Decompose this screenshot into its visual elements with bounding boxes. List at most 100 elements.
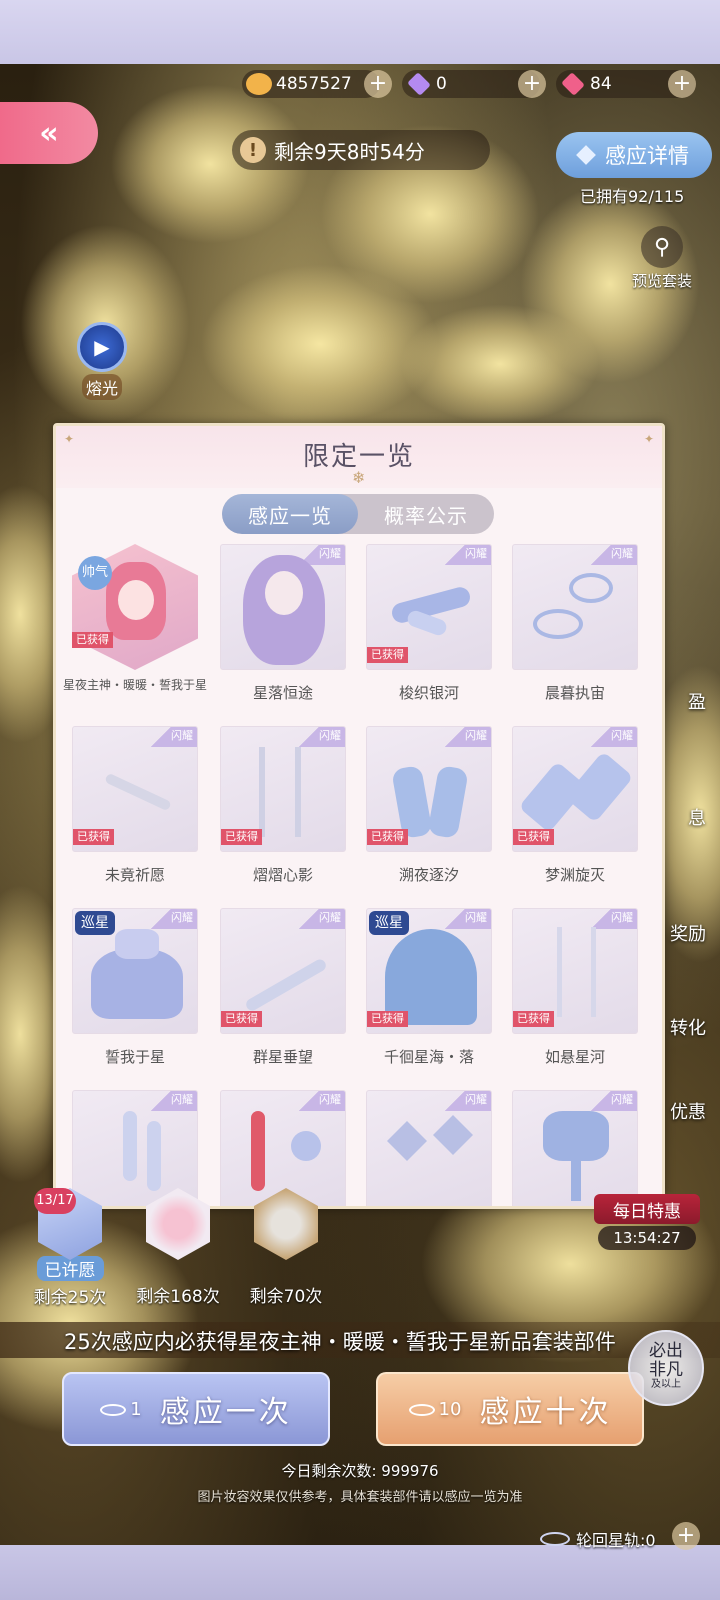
item-card[interactable]: 闪耀 已获得 如悬星河 — [512, 908, 638, 1068]
rarity-badge: 巡星 — [369, 911, 409, 935]
item-thumbnail: 闪耀 已获得 — [220, 908, 346, 1034]
double-chevron-left-icon: « — [39, 115, 59, 151]
corner-tag: 闪耀 — [299, 1091, 345, 1111]
corner-tag: 闪耀 — [445, 909, 491, 929]
play-label: 熔光 — [81, 374, 122, 400]
corner-tag: 闪耀 — [591, 909, 637, 929]
timer-text: 剩余9天8时54分 — [274, 139, 425, 164]
item-card[interactable]: 闪耀 已获得 未竟祈愿 — [72, 726, 198, 886]
progress-badge: 13/17 — [34, 1188, 76, 1214]
item-thumbnail: 闪耀 已获得 — [366, 544, 492, 670]
disclaimer: 图片妆容效果仅供参考，具体套装部件请以感应一览为准 — [197, 1490, 523, 1505]
corner-tag: 闪耀 — [591, 545, 637, 565]
item-card[interactable]: 闪耀 已获得 熠熠心影 — [220, 726, 346, 886]
draw-ten-label: 感应十次 — [479, 1395, 612, 1430]
item-card[interactable]: 闪耀 已获得 群星垂望 — [220, 908, 346, 1068]
obtained-tag: 已获得 — [73, 829, 114, 845]
item-card[interactable]: 闪耀 — [366, 1090, 492, 1206]
add-star-track-button[interactable]: + — [672, 1522, 700, 1550]
owned-count: 已拥有92/115 — [580, 187, 685, 206]
draw-once-cost: 1 — [100, 1399, 142, 1420]
item-name: 晨暮执宙 — [544, 684, 605, 702]
guarantee-text: 25次感应内必获得星夜主神・暖暖・誓我于星新品套装部件 — [64, 1330, 616, 1354]
item-card[interactable]: 闪耀 已获得 梭织银河 — [366, 544, 492, 704]
draw-once-label: 感应一次 — [159, 1395, 292, 1430]
item-thumbnail: 闪耀 — [512, 544, 638, 670]
star-ring-icon — [100, 1403, 127, 1416]
item-thumbnail: 闪耀 已获得 — [512, 908, 638, 1034]
obtained-tag: 已获得 — [367, 647, 408, 663]
item-name: 如悬星河 — [544, 1048, 605, 1066]
draw-ten-cost: 10 — [408, 1399, 461, 1420]
panel-tabs: 感应一览 概率公示 — [222, 494, 494, 534]
pool-character[interactable]: 剩余70次 — [236, 1188, 336, 1307]
gold-counter: 4857527 — [242, 70, 380, 98]
daily-deal[interactable]: 每日特惠 13:54:27 — [594, 1190, 700, 1258]
item-name: 梭织银河 — [398, 684, 459, 702]
stamp-line-3: 及以上 — [651, 1379, 681, 1391]
tab-overview[interactable]: 感应一览 — [222, 494, 358, 534]
item-card[interactable]: 闪耀 巡星 誓我于星 — [72, 908, 198, 1068]
item-card[interactable]: 闪耀 已获得 溯夜逐汐 — [366, 726, 492, 886]
star-track-text: 轮回星轨:0 — [576, 1531, 656, 1550]
stamp-line-1: 必出 — [649, 1341, 683, 1361]
detail-button[interactable]: 感应详情 — [556, 132, 712, 178]
star-track: 轮回星轨:0 — [540, 1524, 656, 1554]
item-thumbnail: 闪耀 已获得 — [220, 726, 346, 852]
play-video-button[interactable]: ▶ 熔光 — [70, 322, 134, 400]
corner-tag: 闪耀 — [299, 909, 345, 929]
pool-dress[interactable]: 13/17 已许愿 剩余25次 — [20, 1188, 120, 1308]
pool-remaining: 剩余168次 — [136, 1287, 220, 1307]
cat-coin-icon — [246, 73, 272, 95]
item-thumbnail: 闪耀 — [220, 544, 346, 670]
item-thumbnail: 闪耀 已获得 — [512, 726, 638, 852]
snowflake-icon: ❄ — [352, 468, 366, 487]
draw-once-button[interactable]: 1 感应一次 — [62, 1372, 330, 1446]
item-thumbnail: 闪耀 已获得 — [366, 726, 492, 852]
item-name: 梦渊旋灭 — [544, 866, 605, 884]
magnifier-icon: ⚲ — [641, 226, 683, 268]
corner-tag: 闪耀 — [591, 1091, 637, 1111]
corner-tag: 闪耀 — [299, 727, 345, 747]
obtained-tag: 已获得 — [221, 1011, 262, 1027]
obtained-tag: 已获得 — [367, 829, 408, 845]
gold-value: 4857527 — [276, 74, 352, 94]
gem-value: 84 — [590, 74, 612, 94]
rarity-badge: 巡星 — [75, 911, 115, 935]
obtained-tag: 已获得 — [221, 829, 262, 845]
diamond-icon — [407, 72, 431, 96]
star-ring-icon — [408, 1403, 435, 1416]
obtained-tag: 已获得 — [513, 829, 554, 845]
rarity-badge: 帅气 — [78, 556, 112, 590]
item-name: 未竟祈愿 — [104, 866, 165, 884]
draw-ten-button[interactable]: 10 感应十次 — [376, 1372, 644, 1446]
corner-tag: 闪耀 — [151, 1091, 197, 1111]
pool-portrait[interactable]: 剩余168次 — [128, 1188, 228, 1307]
item-name: 星夜主神・暖暖・誓我于星 — [62, 678, 207, 692]
item-name: 千徊星海・落 — [383, 1048, 474, 1066]
add-gem-button[interactable]: + — [668, 70, 696, 98]
item-card[interactable]: 闪耀 巡星 已获得 千徊星海・落 — [366, 908, 492, 1068]
corner-tag: 闪耀 — [591, 727, 637, 747]
item-name: 星落恒途 — [252, 684, 313, 702]
preview-label: 预览套装 — [631, 272, 692, 290]
corner-tag: 闪耀 — [445, 545, 491, 565]
item-card[interactable]: 闪耀 已获得 梦渊旋灭 — [512, 726, 638, 886]
tab-probability[interactable]: 概率公示 — [358, 494, 494, 534]
add-gold-button[interactable]: + — [364, 70, 392, 98]
item-card[interactable]: 闪耀 星落恒途 — [220, 544, 346, 704]
daily-deal-label: 每日特惠 — [594, 1194, 700, 1224]
guarantee-stamp: 必出 非凡 及以上 — [628, 1330, 704, 1406]
preview-outfit-button[interactable]: ⚲ 预览套装 — [624, 226, 700, 291]
item-card[interactable]: 闪耀 晨暮执宙 — [512, 544, 638, 704]
item-card[interactable]: 帅气 已获得 星夜主神・暖暖・誓我于星 — [63, 544, 207, 694]
top-status-strip — [0, 0, 720, 64]
back-button[interactable]: « — [0, 102, 98, 164]
corner-tag: 闪耀 — [445, 727, 491, 747]
item-thumbnail: 闪耀 巡星 已获得 — [366, 908, 492, 1034]
add-diamond-button[interactable]: + — [518, 70, 546, 98]
corner-tag: 闪耀 — [151, 727, 197, 747]
portrait-icon — [146, 1188, 210, 1260]
remaining-count: 今日剩余次数: 999976 — [281, 1462, 439, 1480]
item-name: 熠熠心影 — [252, 866, 313, 884]
